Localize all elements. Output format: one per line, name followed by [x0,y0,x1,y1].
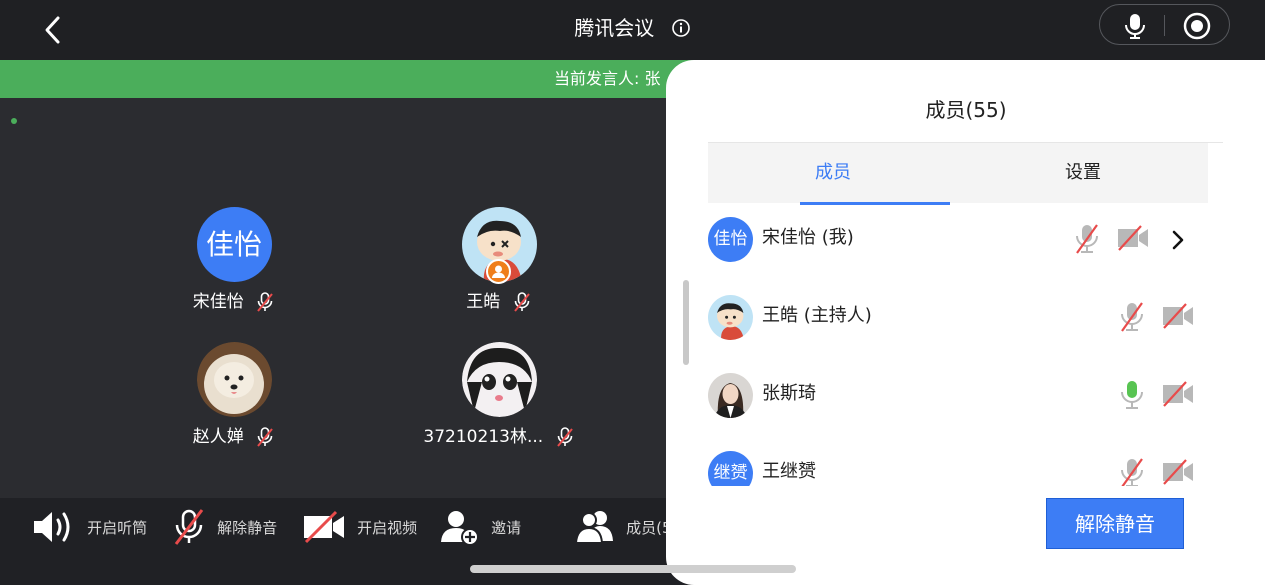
member-name: 王继赟 [762,461,816,482]
avatar [708,295,753,340]
dog-photo-avatar-icon [196,342,272,417]
avatar-initials: 佳怡 [205,228,262,261]
page-indicator-dot [11,118,17,124]
member-row[interactable]: 继赟 王继赟 [666,440,1265,486]
participant-name-row: 宋佳怡 [134,290,334,314]
audio-record-controls [1099,4,1230,45]
divider [1164,15,1165,36]
member-name: 宋佳怡 (我) [762,227,854,248]
participant-name-row: 37210213林... [399,425,599,449]
mic-muted-icon [257,427,273,447]
current-speaker-text: 当前发言人: 张 [554,69,661,88]
speaker-toggle-button[interactable]: 开启听筒 [32,508,147,548]
avatar [461,207,537,284]
member-name: 张斯琦 [762,383,816,404]
mic-muted-icon [556,427,573,447]
avatar [461,342,537,417]
panel-title: 成员(55) [925,98,1007,122]
start-video-label: 开启视频 [357,518,418,537]
avatar [708,373,753,418]
anime-avatar-icon [461,342,537,417]
members-panel: 成员(55) 成员 设置 佳怡 宋佳怡 (我) 王皓 (主持人) 张斯琦 继赟 … [666,60,1265,585]
unmute-toolbar-button[interactable]: 解除静音 [172,508,277,548]
invite-label: 邀请 [491,518,522,537]
unmute-all-button[interactable]: 解除静音 [1046,498,1184,549]
start-video-button[interactable]: 开启视频 [302,508,417,548]
meeting-title-text: 腾讯会议 [574,15,655,40]
participant-tile[interactable]: 佳怡 宋佳怡 [134,207,334,314]
meeting-title[interactable]: 腾讯会议 [0,12,1265,42]
mic-muted-icon [174,509,204,545]
camera-off-icon[interactable] [1162,380,1194,408]
avatar [196,342,272,417]
mic-active-icon[interactable] [1119,377,1145,413]
member-row[interactable]: 张斯琦 [666,362,1265,440]
members-icon [575,511,613,544]
member-name: 王皓 (主持人) [762,305,872,326]
participant-name-row: 王皓 [399,290,599,314]
unmute-toolbar-label: 解除静音 [217,518,278,537]
participant-tile[interactable]: 37210213林... [399,342,599,449]
avatar-initials: 佳怡 [713,229,748,249]
chevron-right-icon[interactable] [1169,229,1187,251]
tab-members[interactable]: 成员 [708,143,958,203]
person-photo-avatar-icon [708,373,753,418]
meeting-screen: 腾讯会议 当前发言人: 张 佳怡 宋佳怡 王皓 赵人婵 37210213林...… [0,0,1265,585]
tab-settings[interactable]: 设置 [958,143,1208,203]
avatar: 佳怡 [708,217,753,262]
panel-tabs: 成员 设置 [708,143,1208,205]
members-toolbar-label: 成员(5 [626,518,672,537]
microphone-icon[interactable] [1122,12,1148,40]
info-icon[interactable] [671,18,691,38]
invite-button[interactable]: 邀请 [440,508,521,548]
cartoon-avatar-icon [708,295,753,340]
camera-off-icon[interactable] [1162,458,1194,486]
user-icon [491,265,505,278]
mic-muted-icon[interactable] [1074,221,1100,257]
mic-muted-icon[interactable] [1119,455,1145,486]
member-list: 佳怡 宋佳怡 (我) 王皓 (主持人) 张斯琦 继赟 王继赟 [666,206,1265,486]
members-toolbar-button[interactable]: 成员(5 [575,508,672,548]
participant-tile[interactable]: 王皓 [399,207,599,314]
camera-off-icon[interactable] [1162,302,1194,330]
mic-muted-icon [513,292,530,312]
avatar: 继赟 [708,451,753,486]
top-bar: 腾讯会议 [0,0,1265,60]
mic-muted-icon[interactable] [1119,299,1145,335]
host-badge [485,259,511,284]
active-tab-indicator [800,202,950,205]
camera-off-icon[interactable] [1117,224,1149,252]
participant-name: 王皓 [466,292,501,312]
avatar-initials: 继赟 [713,463,748,483]
participant-name: 赵人婵 [192,427,244,447]
participant-name: 宋佳怡 [192,292,244,312]
participant-tile[interactable]: 赵人婵 [134,342,334,449]
camera-off-icon [304,510,344,544]
speaker-icon [34,512,70,542]
participant-name: 37210213林... [423,427,544,447]
member-row[interactable]: 佳怡 宋佳怡 (我) [666,206,1265,284]
member-row[interactable]: 王皓 (主持人) [666,284,1265,362]
home-indicator[interactable] [470,565,796,573]
record-icon[interactable] [1183,12,1211,40]
add-user-icon [441,511,479,546]
participant-name-row: 赵人婵 [134,425,334,449]
speaker-toggle-label: 开启听筒 [87,518,148,537]
avatar: 佳怡 [196,207,272,282]
mic-muted-icon [257,292,273,312]
